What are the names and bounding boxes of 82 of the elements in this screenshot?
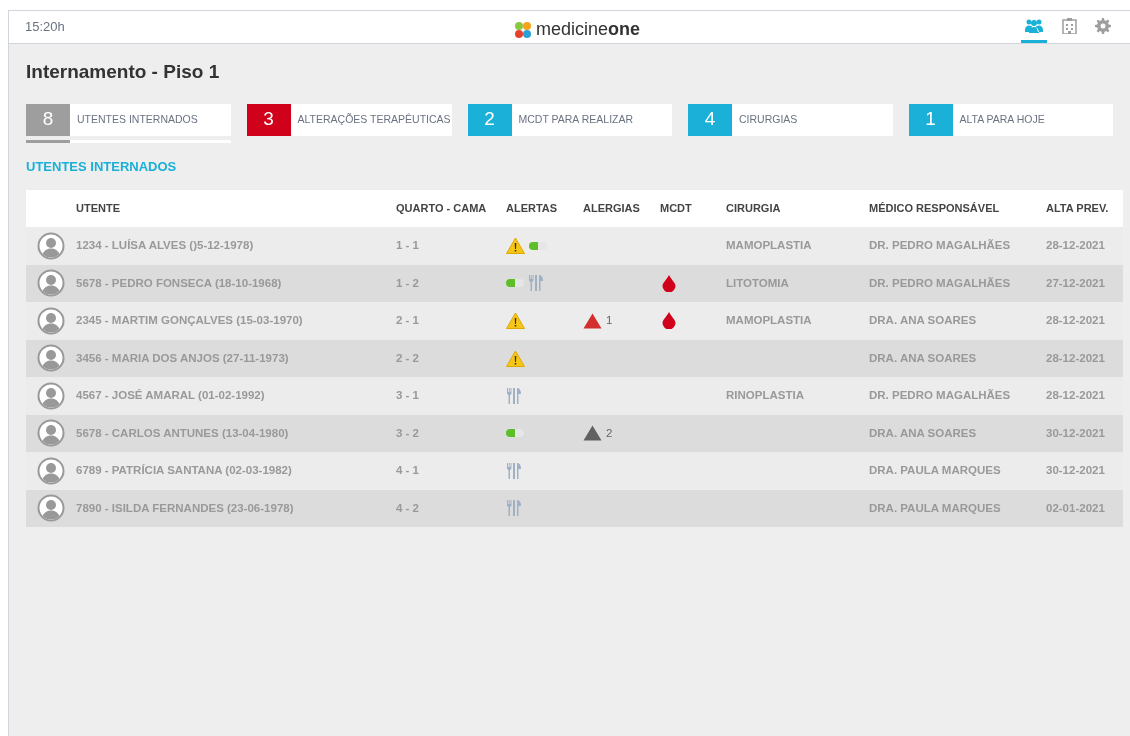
table-cell-text: 28-12-2021 (1046, 313, 1105, 329)
warning-icon (506, 237, 525, 255)
table-cell-text: 2 - 1 (396, 313, 419, 329)
table-cell-text: 30-12-2021 (1046, 425, 1105, 441)
cutlery-icon (506, 386, 522, 405)
avatar-icon (37, 419, 65, 448)
pill-icon (506, 429, 524, 438)
table-cell-text: 1 - 1 (396, 238, 419, 254)
table-cell-text: 28-12-2021 (1046, 350, 1105, 366)
table-cell-text: DRA. PAULA MARQUES (869, 500, 1001, 516)
column-header: CIRURGIA (726, 202, 781, 215)
table-cell-text: DRA. ANA SOARES (869, 350, 977, 366)
cutlery-icon (506, 499, 522, 518)
table-cell-text: 2345 - MARTIM GONÇALVES (15-03-1970) (76, 313, 303, 329)
table-cell-text: 28-12-2021 (1046, 238, 1105, 254)
summary-tab[interactable]: 8 UTENTES INTERNADOS (26, 103, 231, 143)
warning-icon (506, 349, 525, 367)
column-header: UTENTE (76, 202, 120, 215)
cutlery-icon (506, 461, 522, 480)
count-badge: 2 (467, 103, 512, 136)
table-cell-text: 5678 - PEDRO FONSECA (18-10-1968) (76, 275, 282, 291)
table-cell-text: 1234 - LUÍSA ALVES ()5-12-1978) (76, 238, 254, 254)
avatar-icon (37, 231, 65, 260)
column-header: MCDT (660, 202, 692, 215)
table-cell-text: DRA. PAULA MARQUES (869, 463, 1001, 479)
logo-icon (514, 20, 532, 39)
column-header: MÉDICO RESPONSÁVEL (869, 202, 1000, 215)
count-badge: 4 (688, 103, 732, 136)
table-cell-text: 4567 - JOSÉ AMARAL (01-02-1992) (76, 388, 265, 404)
table-cell-text: 3 - 2 (396, 425, 419, 441)
table-cell-text: 3456 - MARIA DOS ANJOS (27-11-1973) (76, 350, 289, 366)
table-cell-text: RINOPLASTIA (726, 388, 804, 404)
allergy-count: 2 (606, 425, 613, 441)
avatar-icon (37, 456, 65, 485)
allergy-count: 1 (606, 313, 613, 329)
table-cell-text: 7890 - ISILDA FERNANDES (23-06-1978) (76, 500, 294, 516)
blood-drop-icon (662, 312, 676, 330)
table-cell-text: 27-12-2021 (1046, 275, 1105, 291)
column-header: ALERGIAS (583, 202, 640, 215)
page-title: Internamento - Piso 1 (26, 60, 221, 84)
pill-icon (529, 241, 547, 250)
table-cell-text: DRA. ANA SOARES (869, 425, 977, 441)
table-cell-text: 30-12-2021 (1046, 463, 1105, 479)
count-badge: 3 (246, 103, 291, 136)
tab-label: UTENTES INTERNADOS (76, 111, 199, 127)
table-cell-text: DRA. ANA SOARES (869, 313, 977, 329)
table-cell-text: MAMOPLASTIA (726, 313, 812, 329)
count-badge: 1 (908, 103, 953, 136)
pill-icon (506, 279, 524, 288)
table-cell-text: 4 - 1 (396, 463, 419, 479)
table-cell-text: MAMOPLASTIA (726, 238, 812, 254)
clock-time: 15:20h (25, 18, 65, 37)
column-header: ALTA PREV. (1046, 202, 1109, 215)
table-cell-text: 1 - 2 (396, 275, 419, 291)
table-cell-text: DR. PEDRO MAGALHÃES (869, 238, 1011, 254)
logo-text: medicineone (536, 18, 641, 41)
table-cell-text: 4 - 2 (396, 500, 419, 516)
table-cell-text: 28-12-2021 (1046, 388, 1105, 404)
cutlery-icon (528, 274, 544, 293)
table-cell-text: 6789 - PATRÍCIA SANTANA (02-03-1982) (76, 463, 292, 479)
tab-label: ALTA PARA HOJE (958, 111, 1046, 127)
table-cell-text: 5678 - CARLOS ANTUNES (13-04-1980) (76, 425, 289, 441)
tab-label: MCDT PARA REALIZAR (517, 111, 635, 127)
avatar-icon (37, 381, 65, 410)
table-cell-text: LITOTOMIA (726, 275, 789, 291)
blood-drop-icon (662, 274, 676, 292)
table-cell-text: 3 - 1 (396, 388, 419, 404)
tab-label: CIRURGIAS (738, 111, 799, 127)
table-cell-text: 2 - 2 (396, 350, 419, 366)
table-cell-text: DR. PEDRO MAGALHÃES (869, 388, 1011, 404)
tab-label: ALTERAÇÕES TERAPÊUTICAS (296, 111, 452, 127)
table-cell-text: 02-01-2021 (1046, 500, 1105, 516)
table-cell-text: DR. PEDRO MAGALHÃES (869, 275, 1011, 291)
avatar-icon (37, 344, 65, 373)
avatar-icon (37, 306, 65, 335)
avatar-icon (37, 494, 65, 523)
avatar-icon (37, 269, 65, 298)
warning-icon (506, 312, 525, 330)
count-badge: 8 (26, 103, 70, 136)
section-title: UTENTES INTERNADOS (26, 157, 178, 176)
column-header: ALERTAS (506, 202, 558, 215)
column-header: QUARTO - CAMA (396, 202, 487, 215)
